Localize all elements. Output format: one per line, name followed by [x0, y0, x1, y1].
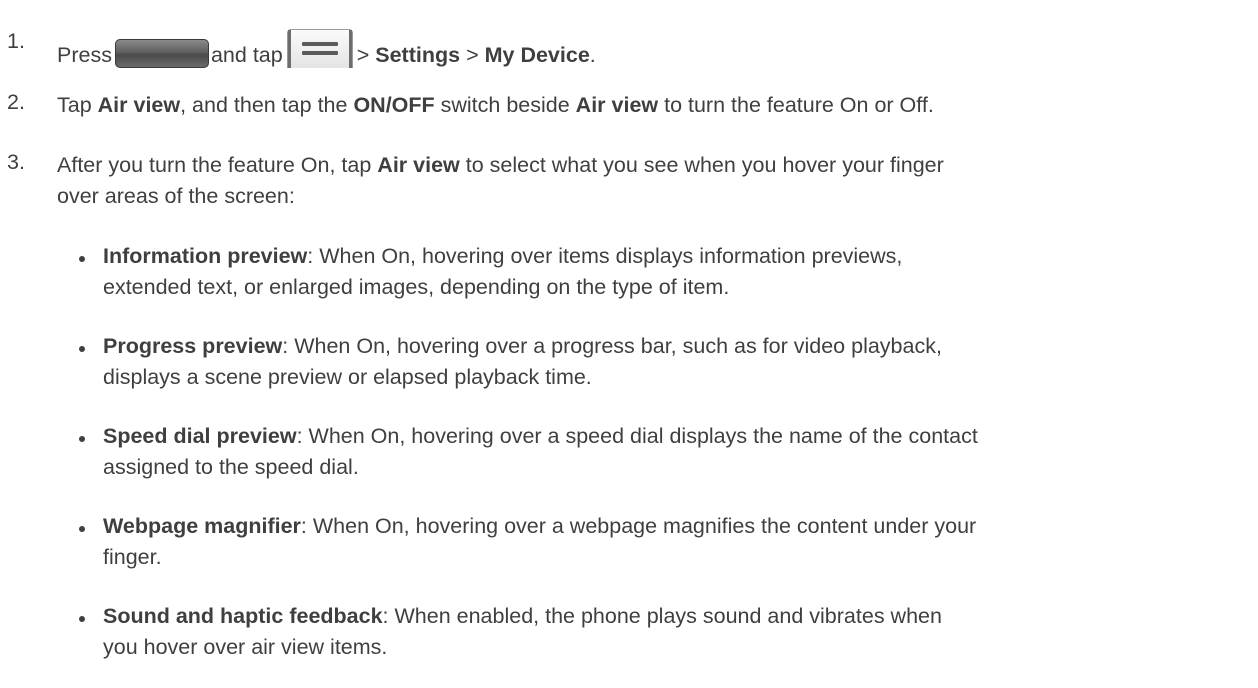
step-1-and-tap: and tap	[210, 43, 283, 67]
step-3-air-view: Air view	[377, 153, 460, 177]
step-1-sep-1: >	[356, 43, 370, 67]
bullet-text: : When On, hovering over a progress bar,…	[282, 334, 942, 358]
step-1-period: .	[589, 43, 596, 67]
step-2-part-3: switch beside	[434, 93, 576, 117]
bullet-information-preview-line-2: extended text, or enlarged images, depen…	[103, 275, 730, 299]
bullet-progress-preview-line-1: Progress preview: When On, hovering over…	[103, 331, 942, 362]
step-2-number: 2.	[7, 90, 25, 114]
step-1-press: Press	[57, 43, 112, 67]
bullet-dot-icon	[79, 616, 85, 622]
bullet-title: Progress preview	[103, 334, 283, 358]
step-1-number: 1.	[7, 29, 25, 53]
bullet-title: Webpage magnifier	[103, 514, 301, 538]
step-2-part-4: to turn the feature On or Off.	[658, 93, 934, 117]
step-2-air-view-2: Air view	[575, 93, 659, 117]
step-3-line-2: over areas of the screen:	[57, 184, 295, 208]
bullet-sound-haptic-line-1: Sound and haptic feedback: When enabled,…	[103, 601, 942, 632]
instructions-document: 1. Press and tap > Settings > My Device. 2…	[0, 0, 1258, 688]
bullet-webpage-magnifier-line-2: finger.	[103, 545, 162, 569]
step-3-part-2: to select what you see when you hover yo…	[459, 153, 944, 177]
bullet-dot-icon	[79, 256, 85, 262]
bullet-speed-dial-preview-line-1: Speed dial preview: When On, hovering ov…	[103, 421, 978, 452]
home-key-icon	[114, 39, 209, 68]
step-3-part-1: After you turn the feature On, tap	[57, 153, 378, 177]
bullet-title: Speed dial preview	[103, 424, 297, 448]
step-2-air-view: Air view	[97, 93, 181, 117]
bullet-text: : When enabled, the phone plays sound an…	[382, 604, 942, 628]
bullet-text: : When On, hovering over a webpage magni…	[300, 514, 977, 538]
step-3-line-1: After you turn the feature On, tap Air v…	[57, 150, 944, 181]
step-1-text: Press and tap > Settings > My Device.	[57, 29, 596, 71]
bullet-dot-icon	[79, 526, 85, 532]
bullet-title: Information preview	[103, 244, 308, 268]
step-2-part-1: Tap	[57, 93, 98, 117]
bullet-progress-preview-line-2: displays a scene preview or elapsed play…	[103, 365, 592, 389]
step-1-my-device: My Device	[484, 43, 590, 67]
bullet-information-preview-line-1: Information preview: When On, hovering o…	[103, 241, 902, 272]
bullet-text: : When On, hovering over items displays …	[307, 244, 903, 268]
bullet-dot-icon	[79, 436, 85, 442]
bullet-webpage-magnifier-line-1: Webpage magnifier: When On, hovering ove…	[103, 511, 976, 542]
bullet-title: Sound and haptic feedback	[103, 604, 383, 628]
step-2-on-off: ON/OFF	[353, 93, 435, 117]
bullet-dot-icon	[79, 346, 85, 352]
bullet-sound-haptic-line-2: you hover over air view items.	[103, 635, 388, 659]
menu-key-icon	[286, 29, 353, 68]
step-3-number: 3.	[7, 150, 25, 174]
bullet-speed-dial-preview-line-2: assigned to the speed dial.	[103, 455, 359, 479]
step-1-sep-2: >	[466, 43, 479, 67]
step-1-settings: Settings	[375, 43, 461, 67]
step-2-part-2: , and then tap the	[180, 93, 354, 117]
step-2-text: Tap Air view, and then tap the ON/OFF sw…	[57, 90, 934, 121]
bullet-text: : When On, hovering over a speed dial di…	[296, 424, 978, 448]
